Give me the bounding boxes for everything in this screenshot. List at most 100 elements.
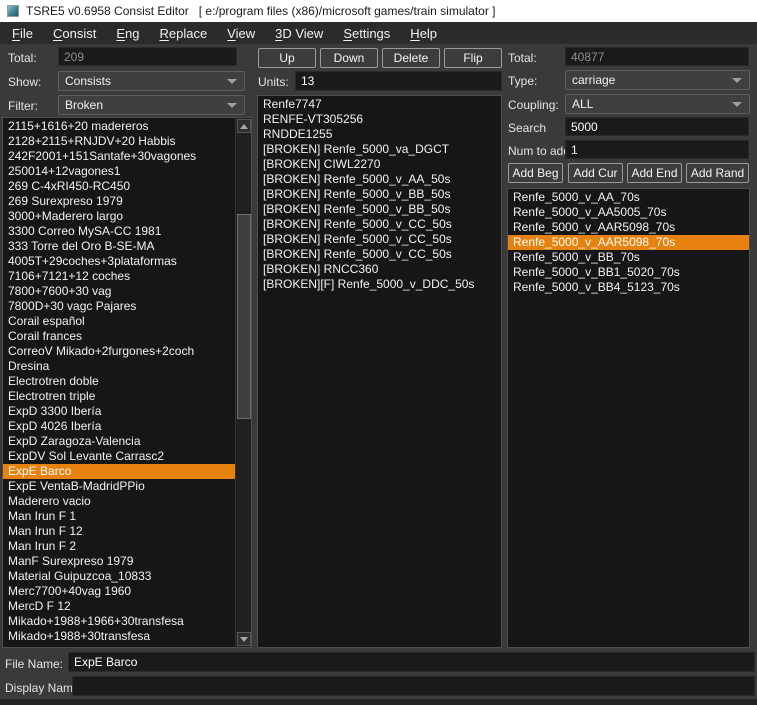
consist-row[interactable]: Man Irun F 2 xyxy=(3,539,235,554)
consist-row[interactable]: 2115+1616+20 madereros xyxy=(3,119,235,134)
filter-dropdown[interactable]: Broken xyxy=(58,95,245,115)
eng-row[interactable]: Renfe_5000_v_BB1_5020_70s xyxy=(508,265,749,280)
add-end-button[interactable]: Add End xyxy=(627,163,682,183)
menu-item[interactable]: Replace xyxy=(149,24,217,43)
scroll-down-button[interactable] xyxy=(237,632,251,646)
menu-item-label: eplace xyxy=(169,26,207,41)
unit-row[interactable]: RNDDE1255 xyxy=(258,127,501,142)
coupling-dropdown[interactable]: ALL xyxy=(565,94,750,114)
consist-row[interactable]: Man Irun F 1 xyxy=(3,509,235,524)
unit-row[interactable]: [BROKEN] RNCC360 xyxy=(258,262,501,277)
consist-row[interactable]: Mikado+1988+30transfesa xyxy=(3,629,235,644)
menu-item[interactable]: File xyxy=(2,24,43,43)
consist-row[interactable]: 7106+7121+12 coches xyxy=(3,269,235,284)
num-to-add-label: Num to add xyxy=(508,144,570,158)
consists-total-field[interactable] xyxy=(58,47,237,66)
consist-row[interactable]: Material Guipuzcoa_10833 xyxy=(3,569,235,584)
num-to-add-input[interactable] xyxy=(565,140,749,159)
units-label: Units: xyxy=(258,75,289,89)
consist-row[interactable]: ExpD Zaragoza-Valencia xyxy=(3,434,235,449)
consist-row[interactable]: Corail español xyxy=(3,314,235,329)
consist-row[interactable]: 7800D+30 vagc Pajares xyxy=(3,299,235,314)
eng-row[interactable]: Renfe_5000_v_AAR5098_70s xyxy=(508,235,749,250)
consist-row[interactable]: 333 Torre del Oro B-SE-MA xyxy=(3,239,235,254)
search-input[interactable] xyxy=(565,117,749,136)
consist-row[interactable]: ExpE Barco xyxy=(3,464,235,479)
scroll-thumb[interactable] xyxy=(237,214,251,419)
menu-item[interactable]: Consist xyxy=(43,24,106,43)
eng-row[interactable]: Renfe_5000_v_AA_70s xyxy=(508,190,749,205)
eng-total-field[interactable] xyxy=(565,47,749,66)
consist-row[interactable]: MercD F 12 xyxy=(3,599,235,614)
add-beg-button[interactable]: Add Beg xyxy=(508,163,563,183)
consist-row[interactable]: 269 C-4xRI450-RC450 xyxy=(3,179,235,194)
add-cur-button[interactable]: Add Cur xyxy=(568,163,623,183)
consist-row[interactable]: 3300 Correo MySA-CC 1981 xyxy=(3,224,235,239)
chevron-down-icon xyxy=(732,78,742,83)
display-name-input[interactable] xyxy=(72,676,755,696)
consist-row[interactable]: CorreoV Mikado+2furgones+2coch xyxy=(3,344,235,359)
consist-row[interactable]: Man Irun F 12 xyxy=(3,524,235,539)
unit-row[interactable]: [BROKEN] Renfe_5000_v_CC_50s xyxy=(258,247,501,262)
consist-row[interactable]: ManF Surexpreso 1979 xyxy=(3,554,235,569)
consists-scrollbar[interactable] xyxy=(235,118,251,647)
scroll-up-button[interactable] xyxy=(237,119,251,133)
filter-dropdown-value: Broken xyxy=(65,98,103,112)
delete-button[interactable]: Delete xyxy=(382,48,440,68)
consist-row[interactable]: 3000+Maderero largo xyxy=(3,209,235,224)
consist-row[interactable]: ExpDV Sol Levante Carrasc2 xyxy=(3,449,235,464)
type-dropdown[interactable]: carriage xyxy=(565,70,750,90)
unit-row[interactable]: [BROKEN] Renfe_5000_v_CC_50s xyxy=(258,217,501,232)
flip-button[interactable]: Flip xyxy=(444,48,502,68)
eng-row[interactable]: Renfe_5000_v_AAR5098_70s xyxy=(508,220,749,235)
eng-row[interactable]: Renfe_5000_v_AA5005_70s xyxy=(508,205,749,220)
consist-row[interactable]: Maderero vacio xyxy=(3,494,235,509)
file-name-input[interactable] xyxy=(68,652,755,672)
menu-item[interactable]: Eng xyxy=(106,24,149,43)
unit-row[interactable]: [BROKEN] CIWL2270 xyxy=(258,157,501,172)
consist-row[interactable]: 2128+2115+RNJDV+20 Habbis xyxy=(3,134,235,149)
unit-row[interactable]: [BROKEN] Renfe_5000_v_BB_50s xyxy=(258,202,501,217)
menu-item[interactable]: Help xyxy=(400,24,447,43)
consist-row[interactable]: 7800+7600+30 vag xyxy=(3,284,235,299)
eng-row[interactable]: Renfe_5000_v_BB4_5123_70s xyxy=(508,280,749,295)
units-field[interactable] xyxy=(295,71,502,91)
chevron-down-icon xyxy=(227,103,237,108)
menu-item[interactable]: 3D View xyxy=(265,24,333,43)
consist-row[interactable]: Mikado+1988+1966+30transfesa xyxy=(3,614,235,629)
unit-row[interactable]: Renfe7747 xyxy=(258,97,501,112)
unit-row[interactable]: [BROKEN] Renfe_5000_v_CC_50s xyxy=(258,232,501,247)
unit-row[interactable]: RENFE-VT305256 xyxy=(258,112,501,127)
chevron-down-icon xyxy=(227,79,237,84)
consist-row[interactable]: Corail frances xyxy=(3,329,235,344)
down-button[interactable]: Down xyxy=(320,48,378,68)
up-button[interactable]: Up xyxy=(258,48,316,68)
consist-row[interactable]: 4005T+29coches+3plataformas xyxy=(3,254,235,269)
consist-row[interactable]: 242F2001+151Santafe+30vagones xyxy=(3,149,235,164)
unit-row[interactable]: [BROKEN] Renfe_5000_v_BB_50s xyxy=(258,187,501,202)
consist-row[interactable]: ExpD 4026 Ibería xyxy=(3,419,235,434)
consist-row[interactable]: 250014+12vagones1 xyxy=(3,164,235,179)
unit-row[interactable]: [BROKEN] Renfe_5000_v_AA_50s xyxy=(258,172,501,187)
menu-item-label: ettings xyxy=(352,26,390,41)
consist-row[interactable]: ExpE VentaB-MadridPPio xyxy=(3,479,235,494)
consist-row[interactable]: ExpD 3300 Ibería xyxy=(3,404,235,419)
consist-row[interactable]: Electrotren triple xyxy=(3,389,235,404)
consist-row[interactable]: Merc7700+40vag 1960 xyxy=(3,584,235,599)
menu-item[interactable]: View xyxy=(217,24,265,43)
file-name-label: File Name: xyxy=(5,657,63,671)
show-dropdown[interactable]: Consists xyxy=(58,71,245,91)
unit-row[interactable]: [BROKEN] Renfe_5000_va_DGCT xyxy=(258,142,501,157)
eng-row[interactable]: Renfe_5000_v_BB_70s xyxy=(508,250,749,265)
menu-item-mnemonic: F xyxy=(12,26,20,41)
menu-item-label: D View xyxy=(282,26,323,41)
menu-bar: FileConsistEngReplaceView3D ViewSettings… xyxy=(0,22,757,44)
consist-row[interactable]: 269 Surexpreso 1979 xyxy=(3,194,235,209)
menu-item[interactable]: Settings xyxy=(333,24,400,43)
menu-item-mnemonic: C xyxy=(53,26,62,41)
consist-row[interactable]: Dresina xyxy=(3,359,235,374)
consist-row[interactable]: Electrotren doble xyxy=(3,374,235,389)
unit-row[interactable]: [BROKEN][F] Renfe_5000_v_DDC_50s xyxy=(258,277,501,292)
add-rand-button[interactable]: Add Rand xyxy=(686,163,749,183)
menu-item-label: ng xyxy=(125,26,139,41)
